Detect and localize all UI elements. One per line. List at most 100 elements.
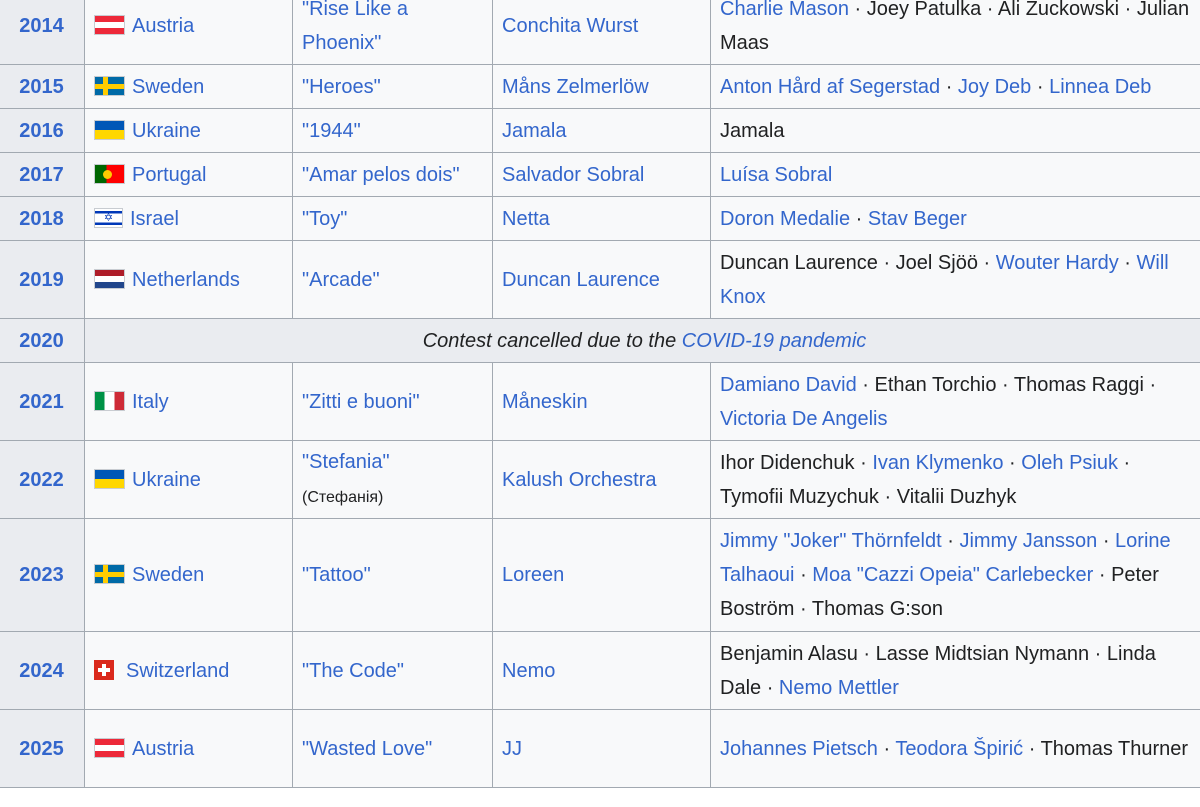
artist-link[interactable]: Salvador Sobral — [502, 164, 644, 186]
year-cell[interactable]: 2022 — [0, 440, 85, 519]
song-link[interactable]: "Heroes" — [302, 76, 381, 98]
table-row: 2023 Sweden "Tattoo" Loreen Jimmy "Joker" Th… — [0, 518, 1200, 632]
country-link[interactable]: Israel — [130, 208, 179, 230]
songwriter-link[interactable]: Nemo Mettler — [779, 677, 899, 699]
songwriter-link[interactable]: Moa "Cazzi Opeia" Carlebecker — [812, 564, 1093, 586]
artist-link[interactable]: Duncan Laurence — [502, 269, 660, 291]
artist-link[interactable]: Conchita Wurst — [502, 15, 638, 37]
covid-pandemic-link[interactable]: COVID-19 pandemic — [682, 330, 867, 352]
song-cell: "1944" — [292, 108, 493, 153]
separator-dot: · — [848, 0, 867, 20]
country-link[interactable]: Austria — [132, 738, 194, 760]
songwriter-link[interactable]: Charlie Mason — [720, 0, 849, 20]
song-cell: "Toy" — [292, 196, 493, 241]
year-cell[interactable]: 2014 — [0, 0, 85, 65]
songwriter-link[interactable]: Doron Medalie — [720, 208, 850, 230]
separator-dot: · — [1093, 564, 1112, 586]
year-cell[interactable]: 2015 — [0, 64, 85, 109]
songwriter-link[interactable]: Anton Hård af Segerstad — [720, 76, 940, 98]
songwriter-name: Thomas Thurner — [1040, 737, 1189, 760]
song-link[interactable]: "Amar pelos dois" — [302, 164, 460, 186]
separator-dot: · — [981, 0, 998, 20]
table-row: 2018 Israel "Toy" Netta Doron Medalie · Stav… — [0, 196, 1200, 241]
song-link[interactable]: "1944" — [302, 120, 361, 142]
flag-se-icon — [94, 75, 125, 96]
artist-cell: Duncan Laurence — [492, 240, 711, 319]
flag-at-icon — [94, 737, 125, 758]
country-link[interactable]: Italy — [132, 391, 169, 413]
flag-ch-icon — [94, 659, 114, 680]
year-cell[interactable]: 2021 — [0, 362, 85, 441]
country-cell: Ukraine — [84, 108, 293, 153]
songwriter-link[interactable]: Jimmy "Joker" Thörnfeldt — [720, 530, 942, 552]
cancelled-note: Contest cancelled due to the COVID-19 pa… — [84, 318, 1200, 363]
songwriter-link[interactable]: Johannes Pietsch — [720, 738, 878, 760]
country-cell: Sweden — [84, 64, 293, 109]
country-link[interactable]: Austria — [132, 15, 194, 37]
songwriter-link[interactable]: Linnea Deb — [1049, 76, 1151, 98]
song-link[interactable]: "The Code" — [302, 660, 404, 682]
separator-dot: · — [877, 737, 896, 760]
songwriter-link[interactable]: Damiano David — [720, 374, 857, 396]
separator-dot: · — [977, 251, 996, 274]
song-link[interactable]: "Zitti e buoni" — [302, 391, 420, 413]
country-link[interactable]: Netherlands — [132, 269, 240, 291]
songwriter-name: Duncan Laurence — [720, 251, 878, 274]
artist-cell: Kalush Orchestra — [492, 440, 711, 519]
flag-ua-icon — [94, 119, 125, 140]
year-cell[interactable]: 2016 — [0, 108, 85, 153]
year-cell[interactable]: 2025 — [0, 709, 85, 788]
separator-dot: · — [857, 642, 876, 665]
year-cell[interactable]: 2023 — [0, 518, 85, 632]
songwriter-link[interactable]: Luísa Sobral — [720, 164, 832, 186]
country-link[interactable]: Sweden — [132, 564, 204, 586]
artist-link[interactable]: Måns Zelmerlöw — [502, 76, 649, 98]
songwriter-link[interactable]: Teodora Špirić — [895, 738, 1023, 760]
songwriter-link[interactable]: Ivan Klymenko — [872, 452, 1003, 474]
year-cell[interactable]: 2018 — [0, 196, 85, 241]
year-cell[interactable]: 2017 — [0, 152, 85, 197]
country-link[interactable]: Switzerland — [126, 660, 229, 682]
artist-link[interactable]: Kalush Orchestra — [502, 469, 657, 491]
cancelled-text: Contest cancelled due to the — [422, 329, 682, 352]
songwriters-cell: Johannes Pietsch · Teodora Špirić · Thom… — [710, 709, 1200, 788]
country-link[interactable]: Portugal — [132, 164, 207, 186]
artist-link[interactable]: Måneskin — [502, 391, 588, 413]
song-link[interactable]: "Toy" — [302, 208, 347, 230]
songwriter-link[interactable]: Jimmy Jansson — [959, 530, 1097, 552]
songwriters-cell: Jimmy "Joker" Thörnfeldt · Jimmy Jansson… — [710, 518, 1200, 632]
song-link[interactable]: "Wasted Love" — [302, 738, 432, 760]
table-row: 2021 Italy "Zitti e buoni" Måneskin Damiano … — [0, 362, 1200, 441]
songwriter-link[interactable]: Stav Beger — [868, 208, 967, 230]
song-link[interactable]: "Rise Like a Phoenix" — [302, 0, 408, 54]
artist-link[interactable]: Netta — [502, 208, 550, 230]
songwriters-cell: Benjamin Alasu · Lasse Midtsian Nymann ·… — [710, 631, 1200, 710]
country-cell: Austria — [84, 0, 293, 65]
songwriters-cell: Damiano David · Ethan Torchio · Thomas R… — [710, 362, 1200, 441]
country-link[interactable]: Sweden — [132, 76, 204, 98]
table-row: 2017 Portugal "Amar pelos dois" Salvador So… — [0, 152, 1200, 197]
songwriter-link[interactable]: Victoria De Angelis — [720, 408, 888, 430]
country-link[interactable]: Ukraine — [132, 469, 201, 491]
artist-link[interactable]: JJ — [502, 738, 522, 760]
flag-it-icon — [94, 390, 125, 411]
song-link[interactable]: "Arcade" — [302, 269, 380, 291]
song-link[interactable]: "Tattoo" — [302, 564, 371, 586]
song-link[interactable]: "Stefania" — [302, 451, 390, 473]
year-cell[interactable]: 2019 — [0, 240, 85, 319]
songwriters-cell: Charlie Mason · Joey Patulka · Ali Zucko… — [710, 0, 1200, 65]
year-cell[interactable]: 2024 — [0, 631, 85, 710]
artist-link[interactable]: Jamala — [502, 120, 566, 142]
songwriter-link[interactable]: Oleh Psiuk — [1021, 452, 1118, 474]
artist-cell: Conchita Wurst — [492, 0, 711, 65]
songwriter-link[interactable]: Wouter Hardy — [996, 252, 1119, 274]
artist-link[interactable]: Nemo — [502, 660, 555, 682]
separator-dot: · — [941, 530, 960, 552]
table-row: 2020 Contest cancelled due to the COVID-1… — [0, 318, 1200, 363]
songwriter-name: Tymofii Muzychuk — [720, 485, 879, 508]
year-cell[interactable]: 2020 — [0, 318, 85, 363]
country-link[interactable]: Ukraine — [132, 120, 201, 142]
songwriter-link[interactable]: Joy Deb — [958, 76, 1031, 98]
separator-dot: · — [794, 598, 812, 620]
artist-link[interactable]: Loreen — [502, 564, 564, 586]
